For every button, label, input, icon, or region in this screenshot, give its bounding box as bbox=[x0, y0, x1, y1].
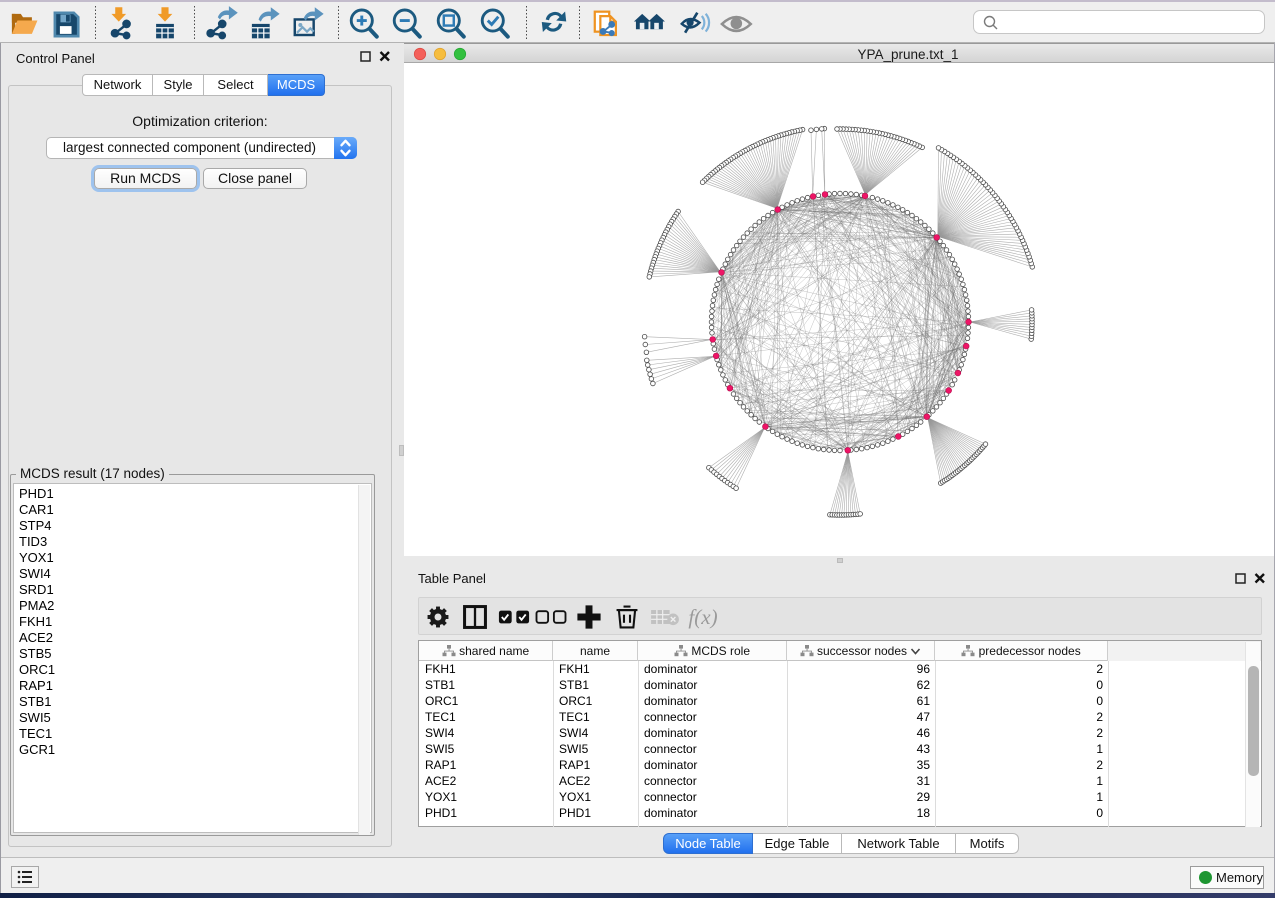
svg-text:f(x): f(x) bbox=[688, 605, 717, 629]
